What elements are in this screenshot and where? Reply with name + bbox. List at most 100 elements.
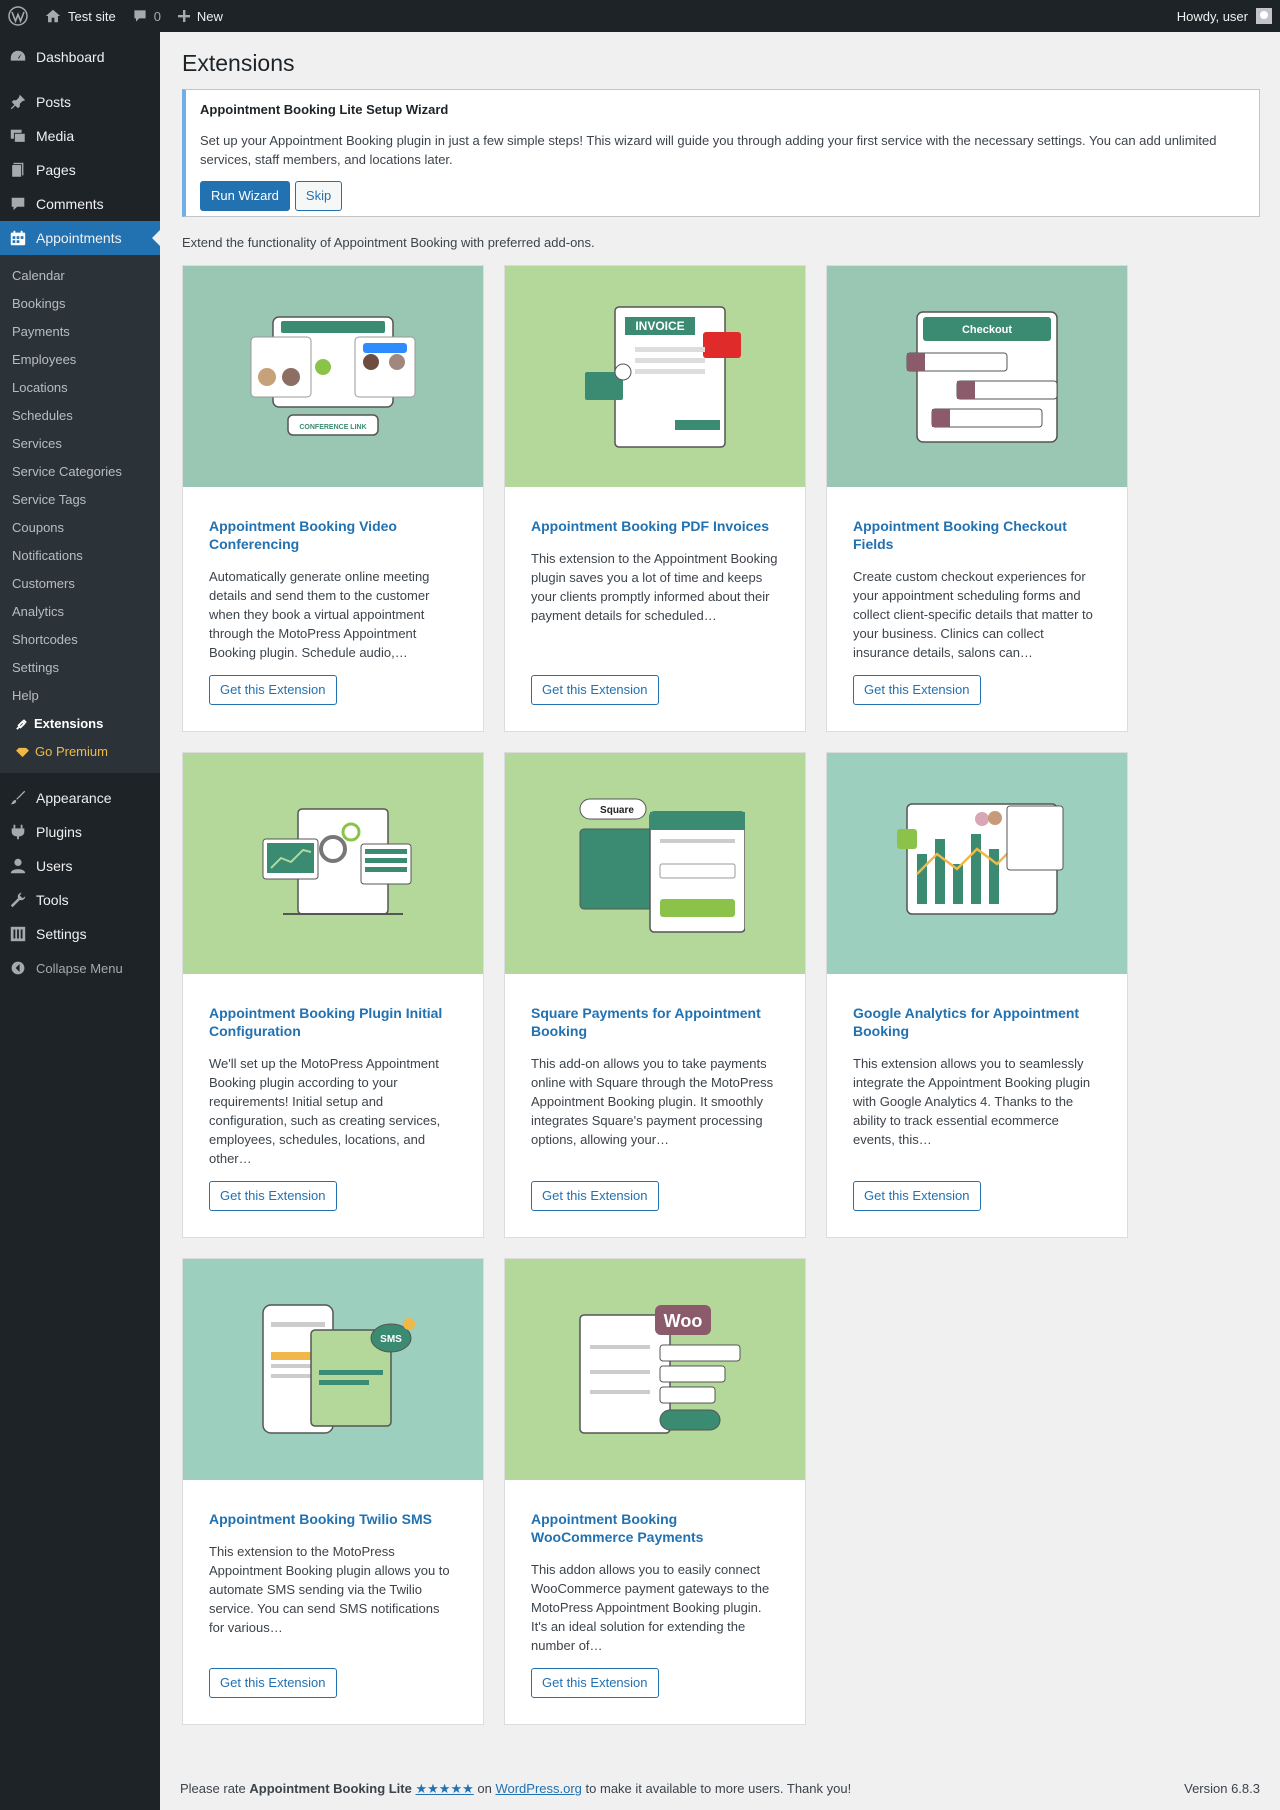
menu-plugins[interactable]: Plugins [0,815,160,849]
comments-count: 0 [153,8,161,24]
menu-label: Settings [36,926,87,942]
howdy-label: Howdy, user [1176,8,1248,24]
menu-media[interactable]: Media [0,119,160,153]
submenu-item-payments[interactable]: Payments [0,318,160,346]
extensions-label: Extensions [34,716,104,731]
woo-label: Woo [664,1311,703,1331]
menu-label: Tools [36,892,69,908]
wrench-icon [8,890,28,910]
extension-title[interactable]: Appointment Booking Twilio SMS [209,1510,457,1528]
get-extension-button[interactable]: Get this Extension [209,675,337,705]
extension-card-google-analytics: Google Analytics for Appointment Booking… [826,752,1128,1238]
extension-title[interactable]: Appointment Booking Video Conferencing [209,517,457,553]
extension-image: INVOICE [505,266,805,487]
extension-image: Checkout [827,266,1127,487]
wordpress-logo-icon[interactable] [0,0,36,32]
menu-label: Pages [36,162,76,178]
get-extension-button[interactable]: Get this Extension [853,1181,981,1211]
menu-dashboard[interactable]: Dashboard [0,40,160,74]
extension-card-pdf-invoices: INVOICE Appointment Booking PDF Invoices… [504,265,806,732]
menu-comments[interactable]: Comments [0,187,160,221]
footer-rating-text: Please rate Appointment Booking Lite ★★★… [180,1781,851,1797]
square-label: Square [600,805,634,816]
conference-link-label: CONFERENCE LINK [299,424,366,431]
get-extension-button[interactable]: Get this Extension [531,675,659,705]
extension-title[interactable]: Appointment Booking PDF Invoices [531,517,779,535]
menu-pages[interactable]: Pages [0,153,160,187]
plugin-icon [8,822,28,842]
run-wizard-button[interactable]: Run Wizard [200,181,290,211]
rating-stars-link[interactable]: ★★★★★ [415,1781,473,1796]
submenu-item-help[interactable]: Help [0,682,160,710]
extension-description: This add-on allows you to take payments … [531,1056,774,1147]
submenu-item-coupons[interactable]: Coupons [0,514,160,542]
menu-label: Appointments [36,230,122,246]
menu-label: Plugins [36,824,82,840]
collapse-menu-button[interactable]: Collapse Menu [0,951,160,985]
footer-text-after: to make it available to more users. Than… [581,1781,852,1796]
submenu-item-calendar[interactable]: Calendar [0,262,160,290]
submenu-item-service-tags[interactable]: Service Tags [0,486,160,514]
extension-title[interactable]: Appointment Booking Plugin Initial Confi… [209,1004,457,1040]
skip-button[interactable]: Skip [294,181,343,211]
settings-icon [8,924,28,944]
extension-title[interactable]: Appointment Booking Checkout Fields [853,517,1101,553]
submenu-item-notifications[interactable]: Notifications [0,542,160,570]
site-name-link[interactable]: Test site [36,0,124,32]
submenu-item-employees[interactable]: Employees [0,346,160,374]
version-label: Version 6.8.3 [1184,1781,1260,1796]
extension-title[interactable]: Square Payments for Appointment Booking [531,1004,779,1040]
new-content-link[interactable]: New [169,0,231,32]
my-account-link[interactable]: Howdy, user [1169,0,1280,32]
submenu-item-schedules[interactable]: Schedules [0,402,160,430]
pages-icon [8,160,28,180]
extension-image: Square [505,753,805,974]
admin-sidebar: Dashboard Posts Media Pages Comments App… [0,32,160,1810]
admin-footer: Please rate Appointment Booking Lite ★★★… [180,1781,1260,1797]
get-extension-button[interactable]: Get this Extension [209,1181,337,1211]
home-icon [44,7,62,25]
extension-description: Create custom checkout experiences for y… [853,569,1093,660]
submenu-item-services[interactable]: Services [0,430,160,458]
submenu-item-bookings[interactable]: Bookings [0,290,160,318]
extension-card-twilio-sms: SMS Appointment Booking Twilio SMS This … [182,1258,484,1725]
menu-label: Comments [36,196,104,212]
submenu-item-locations[interactable]: Locations [0,374,160,402]
comments-link[interactable]: 0 [124,0,169,32]
footer-text-before: Please rate [180,1781,250,1796]
submenu-item-analytics[interactable]: Analytics [0,598,160,626]
menu-appointments[interactable]: Appointments [0,221,160,255]
extension-title[interactable]: Appointment Booking WooCommerce Payments [531,1510,779,1546]
submenu-item-service-categories[interactable]: Service Categories [0,458,160,486]
extension-image: Woo [505,1259,805,1480]
media-icon [8,126,28,146]
sms-label: SMS [380,1334,402,1345]
menu-posts[interactable]: Posts [0,85,160,119]
comment-icon [8,194,28,214]
wordpress-org-link[interactable]: WordPress.org [495,1781,581,1796]
submenu-item-settings[interactable]: Settings [0,654,160,682]
get-extension-button[interactable]: Get this Extension [531,1668,659,1698]
menu-tools[interactable]: Tools [0,883,160,917]
get-extension-button[interactable]: Get this Extension [209,1668,337,1698]
get-extension-button[interactable]: Get this Extension [531,1181,659,1211]
submenu-item-shortcodes[interactable]: Shortcodes [0,626,160,654]
dashboard-icon [8,47,28,67]
extension-description: Automatically generate online meeting de… [209,569,430,660]
extension-image: CONFERENCE LINK [183,266,483,487]
extension-image [183,753,483,974]
extension-card-checkout-fields: Checkout Appointment Booking Checkout Fi… [826,265,1128,732]
submenu-item-customers[interactable]: Customers [0,570,160,598]
calendar-icon [8,228,28,248]
menu-appearance[interactable]: Appearance [0,781,160,815]
submenu-item-go-premium[interactable]: Go Premium [0,738,160,766]
menu-settings[interactable]: Settings [0,917,160,951]
extension-card-initial-configuration: Appointment Booking Plugin Initial Confi… [182,752,484,1238]
extension-title[interactable]: Google Analytics for Appointment Booking [853,1004,1101,1040]
extension-image [827,753,1127,974]
page-title: Extensions [182,50,295,76]
submenu-item-extensions[interactable]: Extensions [0,710,160,738]
menu-users[interactable]: Users [0,849,160,883]
menu-label: Appearance [36,790,112,806]
get-extension-button[interactable]: Get this Extension [853,675,981,705]
